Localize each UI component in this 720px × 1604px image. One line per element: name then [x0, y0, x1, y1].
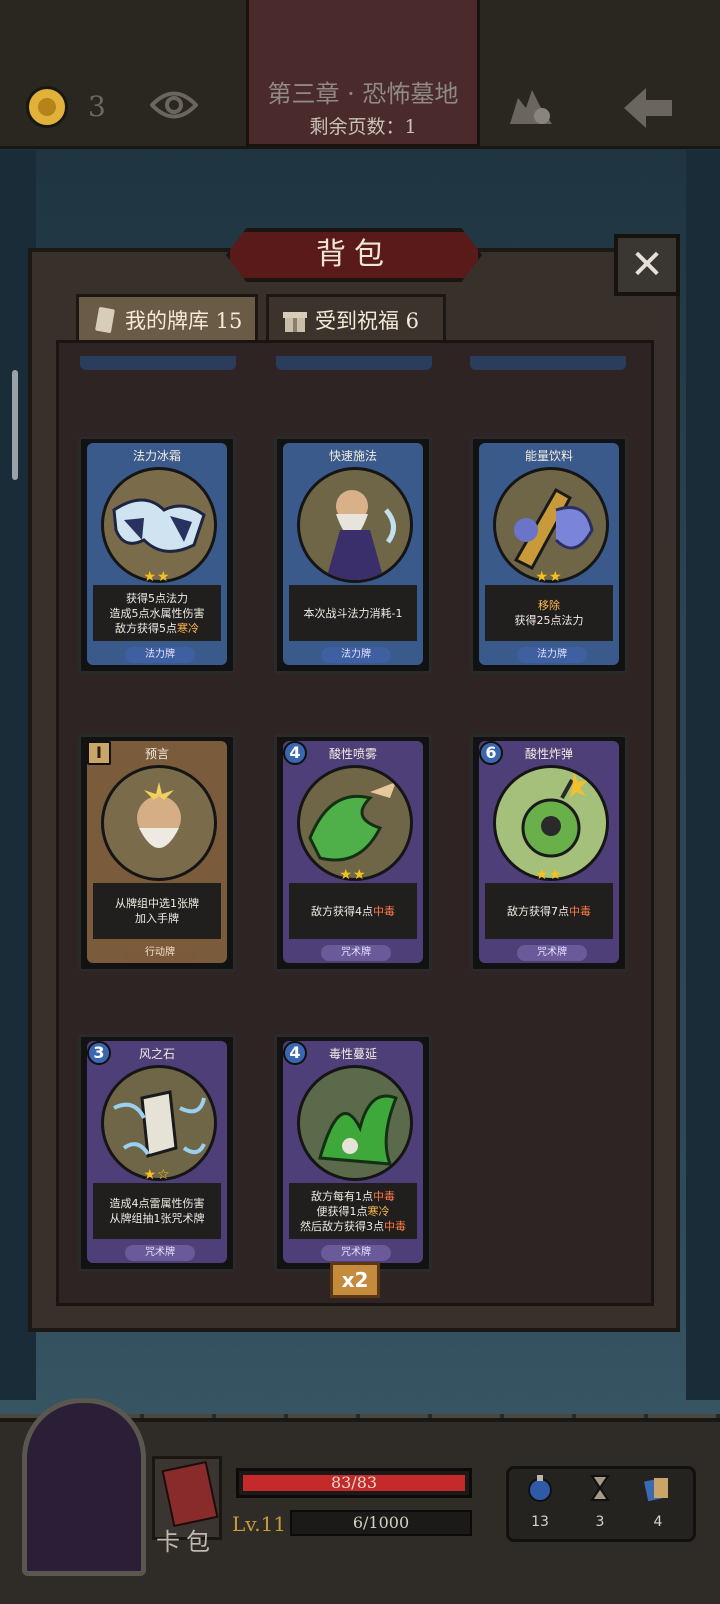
card-art: [101, 467, 217, 583]
card-description: 移除 获得25点法力: [485, 585, 613, 641]
tab-label: 受到祝福 6: [315, 309, 420, 333]
cards-icon: [95, 307, 115, 333]
wizard-icon: [326, 490, 396, 580]
card-name: 毒性蔓延: [328, 1047, 377, 1061]
card-peek: [276, 356, 432, 370]
pages-left: 剩余页数：1: [309, 116, 417, 138]
sage-icon: [137, 782, 181, 848]
xp-bar: 6/1000: [290, 1510, 472, 1536]
card-stars: ★★: [535, 569, 563, 585]
potion-icon: [528, 1475, 552, 1502]
card-name: 能量饮料: [524, 449, 573, 463]
card-description: 从牌组中选1张牌 加入手牌: [93, 883, 221, 939]
eye-icon[interactable]: [150, 88, 198, 122]
avatar[interactable]: [22, 1398, 146, 1576]
card-stars: ★☆: [143, 1167, 171, 1183]
tab-blessings[interactable]: 受到祝福 6: [266, 294, 446, 346]
card-description: 本次战斗法力消耗-1: [289, 585, 417, 641]
card-quick-cast[interactable]: 快速施法 本次战斗法力消耗-1 法力牌: [274, 436, 432, 674]
card-stars: ★★: [535, 867, 563, 883]
chapter-title: 第三章 · 恐怖墓地: [267, 80, 459, 108]
card-type: 咒术牌: [517, 945, 587, 961]
card-art: [297, 467, 413, 583]
cards-icon: [644, 1478, 668, 1502]
card-stars: ★★: [143, 569, 171, 585]
card-pack-icon: [161, 1460, 219, 1528]
tab-my-deck[interactable]: 我的牌库 15: [76, 294, 258, 346]
card-type: 咒术牌: [321, 945, 391, 961]
hourglass-icon: [590, 1475, 610, 1501]
xp-text: 6/1000: [352, 1513, 410, 1532]
card-type: 咒术牌: [125, 1245, 195, 1261]
card-type: 法力牌: [125, 647, 195, 663]
card-poison-spread[interactable]: 4 毒性蔓延 敌方每有1点中毒 便获得1点寒冷 然后敌方获得3点中毒 咒术牌: [274, 1034, 432, 1272]
resource-hourglass[interactable]: 3: [580, 1474, 620, 1530]
panel-title: 背包: [316, 237, 392, 272]
card-name: 快速施法: [328, 449, 377, 463]
card-name: 风之石: [138, 1047, 175, 1061]
card-type: 行动牌: [125, 945, 195, 961]
gift-icon: [283, 312, 307, 332]
card-acid-bomb[interactable]: 6 酸性炸弹 ★★ 敌方获得7点中毒 咒术牌: [470, 734, 628, 972]
acid-splash-icon: [308, 782, 396, 862]
card-stars: ★★: [339, 867, 367, 883]
resource-potions[interactable]: 13: [520, 1474, 560, 1530]
frost-icon: [112, 498, 206, 553]
card-art: [101, 1065, 217, 1181]
card-name: 法力冰霜: [132, 449, 181, 463]
card-art: [297, 765, 413, 881]
potion-bag-icon[interactable]: [506, 84, 556, 128]
back-arrow-icon[interactable]: [620, 84, 676, 132]
card-name: 酸性喷雾: [328, 747, 377, 761]
chapter-plate: 第三章 · 恐怖墓地 剩余页数：1: [246, 0, 480, 147]
card-peek: [80, 356, 236, 370]
card-name: 酸性炸弹: [524, 747, 573, 761]
card-wind-stone[interactable]: 3 风之石 ★☆ 造成4点雷属性伤害 从牌组抽1张咒术牌 咒术牌: [78, 1034, 236, 1272]
close-button[interactable]: ✕: [614, 234, 680, 296]
card-description: 获得5点法力 造成5点水属性伤害 敌方获得5点寒冷: [93, 585, 221, 641]
poison-icon: [318, 1094, 398, 1166]
card-type: 咒术牌: [321, 1245, 391, 1261]
card-description: 敌方获得4点中毒: [289, 883, 417, 939]
card-peek: [470, 356, 626, 370]
card-description: 造成4点雷属性伤害 从牌组抽1张咒术牌: [93, 1183, 221, 1239]
scrollbar[interactable]: [12, 370, 18, 480]
resource-cards[interactable]: 4: [638, 1474, 678, 1530]
card-art: [493, 467, 609, 583]
hp-bar: 83/83: [236, 1468, 472, 1498]
card-mana-frost[interactable]: 法力冰霜 ★★ 获得5点法力 造成5点水属性伤害 敌方获得5点寒冷 法力牌: [78, 436, 236, 674]
lightning-stone-icon: [113, 1090, 206, 1158]
card-description: 敌方获得7点中毒: [485, 883, 613, 939]
tab-label: 我的牌库 15: [125, 309, 243, 333]
deck-label: 卡包: [156, 1528, 216, 1556]
card-type: 法力牌: [517, 647, 587, 663]
card-art: [493, 765, 609, 881]
card-type: 法力牌: [321, 647, 391, 663]
top-bar: 3 第三章 · 恐怖墓地 剩余页数：1: [0, 0, 720, 149]
card-energy-drink[interactable]: 能量饮料 ★★ 移除 获得25点法力 法力牌: [470, 436, 628, 674]
potion-icon: [513, 487, 594, 570]
coin-count: 3: [88, 90, 106, 123]
hp-text: 83/83: [330, 1473, 378, 1492]
card-art: [101, 765, 217, 881]
background-tree: [686, 150, 720, 1400]
copies-badge: x2: [330, 1262, 380, 1298]
card-acid-spray[interactable]: 4 酸性喷雾 ★★ 敌方获得4点中毒 咒术牌: [274, 734, 432, 972]
card-description: 敌方每有1点中毒 便获得1点寒冷 然后敌方获得3点中毒: [289, 1183, 417, 1239]
player-level: Lv.11: [232, 1512, 287, 1536]
coin-icon: [26, 86, 68, 128]
bomb-icon: [521, 772, 588, 858]
card-art: [297, 1065, 413, 1181]
card-prophecy[interactable]: I 预言 从牌组中选1张牌 加入手牌 行动牌: [78, 734, 236, 972]
card-name: 预言: [144, 747, 169, 761]
